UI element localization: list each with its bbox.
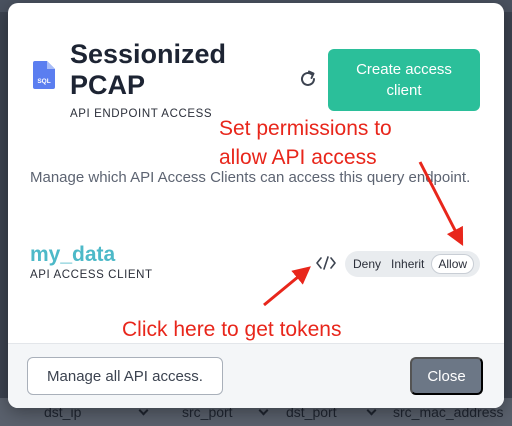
permission-allow[interactable]: Allow: [431, 254, 475, 274]
client-name: my_data: [30, 243, 116, 266]
annotation-permissions-line1: Set permissions to: [219, 117, 392, 140]
close-button[interactable]: Close: [410, 357, 483, 395]
client-type-label: API ACCESS CLIENT: [30, 269, 153, 281]
page-title: Sessionized PCAP: [70, 39, 227, 100]
annotation-permissions-line2: allow API access: [219, 146, 377, 169]
create-access-client-button[interactable]: Create access client: [328, 49, 480, 111]
api-access-modal: SQL Sessionized PCAP API ENDPOINT ACCESS…: [8, 3, 504, 408]
refresh-icon[interactable]: [298, 69, 318, 89]
permission-inherit[interactable]: Inherit: [386, 254, 429, 274]
sql-file-icon: SQL: [33, 61, 55, 89]
page-subtitle: API ENDPOINT ACCESS: [70, 108, 213, 120]
manage-all-api-access-button[interactable]: Manage all API access.: [27, 357, 223, 395]
sql-icon-label: SQL: [37, 78, 50, 85]
annotation-tokens: Click here to get tokens: [122, 318, 342, 341]
permission-deny[interactable]: Deny: [348, 254, 386, 274]
modal-footer: Manage all API access. Close: [8, 343, 504, 408]
code-icon[interactable]: [316, 255, 336, 271]
permission-segmented-control: Deny Inherit Allow: [345, 251, 480, 277]
